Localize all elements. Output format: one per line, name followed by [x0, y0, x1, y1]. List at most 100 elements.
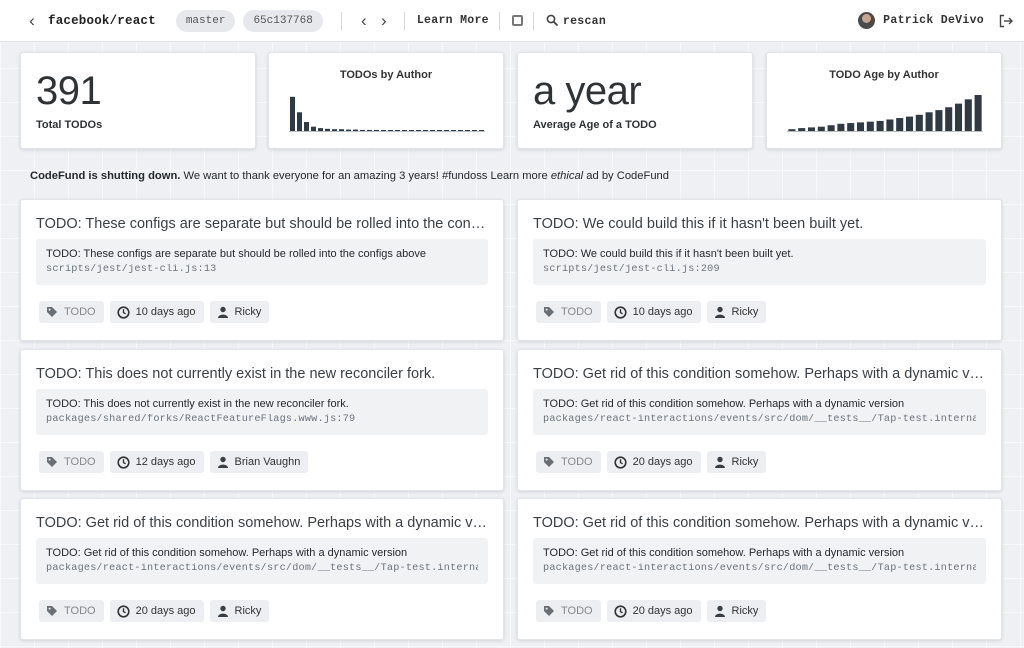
- age-chip[interactable]: 20 days ago: [606, 451, 701, 473]
- chart-bar[interactable]: [352, 129, 359, 131]
- chart-bar[interactable]: [896, 118, 904, 131]
- author-chip[interactable]: Ricky: [209, 301, 270, 323]
- chevron-left-icon[interactable]: ‹: [22, 11, 42, 31]
- chart-bar[interactable]: [974, 95, 982, 131]
- chart-bar[interactable]: [436, 130, 443, 131]
- chart-bar[interactable]: [303, 122, 310, 131]
- chart-bar[interactable]: [807, 127, 816, 131]
- chart-bar[interactable]: [366, 129, 373, 131]
- codefund-ad[interactable]: CodeFund is shutting down. We want to th…: [30, 170, 669, 182]
- chart-bar[interactable]: [429, 130, 436, 131]
- commit-pill[interactable]: 65c137768: [243, 9, 323, 32]
- chart-bar[interactable]: [394, 130, 401, 131]
- learn-more-link[interactable]: Learn More: [417, 14, 489, 27]
- square-icon[interactable]: [511, 15, 523, 26]
- chart-bar[interactable]: [886, 119, 894, 131]
- chart-bar[interactable]: [915, 114, 923, 131]
- chart-bar[interactable]: [856, 122, 865, 131]
- chart-bar[interactable]: [457, 130, 464, 131]
- chart-bar[interactable]: [345, 129, 352, 131]
- age-label: 20 days ago: [632, 605, 693, 617]
- chart-bar[interactable]: [847, 123, 855, 131]
- todo-card[interactable]: TODO: Get rid of this condition somehow.…: [517, 498, 1002, 640]
- age-chip[interactable]: 10 days ago: [109, 301, 204, 323]
- chart-bar[interactable]: [450, 130, 457, 131]
- chart-bar[interactable]: [422, 130, 429, 131]
- author-chip[interactable]: Ricky: [706, 301, 767, 323]
- chart-bar[interactable]: [837, 123, 845, 131]
- tag-chip[interactable]: TODO: [536, 600, 601, 622]
- chart-bar[interactable]: [310, 126, 317, 131]
- todo-file-path[interactable]: scripts/jest/jest-cli.js:209: [543, 264, 976, 275]
- chart-bar[interactable]: [317, 128, 324, 131]
- chart-bar[interactable]: [401, 130, 408, 131]
- author-chip[interactable]: Ricky: [706, 600, 767, 622]
- chart-bar[interactable]: [925, 112, 933, 131]
- chart-bar[interactable]: [289, 96, 296, 131]
- branch-pill[interactable]: master: [175, 9, 236, 32]
- chart-bar[interactable]: [324, 128, 331, 131]
- chart-bar[interactable]: [954, 103, 963, 131]
- author-chip[interactable]: Ricky: [209, 600, 270, 622]
- chart-bar[interactable]: [471, 130, 478, 131]
- chart-bar[interactable]: [464, 130, 471, 131]
- chart-bar[interactable]: [331, 129, 338, 131]
- chart-bar[interactable]: [387, 130, 394, 131]
- todo-file-path[interactable]: packages/react-interactions/events/src/d…: [543, 414, 976, 425]
- chart-bar[interactable]: [415, 130, 422, 131]
- user-icon: [714, 306, 725, 318]
- repo-name[interactable]: facebook/react: [48, 14, 156, 28]
- avatar[interactable]: [858, 12, 876, 29]
- chart-bar[interactable]: [945, 107, 953, 131]
- tag-chip[interactable]: TODO: [536, 301, 601, 323]
- todo-title[interactable]: TODO: Get rid of this condition somehow.…: [533, 366, 986, 382]
- age-chip[interactable]: 20 days ago: [109, 600, 204, 622]
- logout-icon[interactable]: [998, 13, 1014, 29]
- chart-bar[interactable]: [905, 116, 914, 131]
- chart-bar[interactable]: [443, 130, 450, 131]
- todo-title[interactable]: TODO: We could build this if it hasn't b…: [533, 216, 986, 232]
- todo-title[interactable]: TODO: Get rid of this condition somehow.…: [36, 515, 488, 531]
- todo-card[interactable]: TODO: Get rid of this condition somehow.…: [517, 349, 1002, 491]
- chart-bar[interactable]: [876, 120, 884, 131]
- todo-meta: TODO 20 days ago Ricky: [536, 451, 772, 473]
- chart-bar[interactable]: [408, 130, 415, 131]
- age-chip[interactable]: 12 days ago: [109, 451, 204, 473]
- todo-card[interactable]: TODO: This does not currently exist in t…: [20, 349, 504, 491]
- todo-title[interactable]: TODO: These configs are separate but sho…: [36, 216, 488, 232]
- chart-bar[interactable]: [827, 125, 835, 131]
- tag-chip[interactable]: TODO: [39, 301, 104, 323]
- chevron-left-icon[interactable]: ‹: [354, 11, 374, 31]
- todo-title[interactable]: TODO: Get rid of this condition somehow.…: [533, 515, 986, 531]
- chart-bar[interactable]: [478, 130, 485, 131]
- todo-file-path[interactable]: packages/react-interactions/events/src/d…: [46, 563, 478, 574]
- age-chip[interactable]: 20 days ago: [606, 600, 701, 622]
- chart-bar[interactable]: [866, 121, 874, 131]
- chart-bar[interactable]: [338, 129, 345, 131]
- chart-bar[interactable]: [788, 129, 796, 131]
- todo-card[interactable]: TODO: We could build this if it hasn't b…: [517, 199, 1002, 341]
- age-chip[interactable]: 10 days ago: [606, 301, 701, 323]
- todo-file-path[interactable]: scripts/jest/jest-cli.js:13: [46, 264, 478, 275]
- chart-bar[interactable]: [380, 130, 387, 131]
- user-name[interactable]: Patrick DeVivo: [883, 14, 984, 27]
- tag-chip[interactable]: TODO: [39, 451, 104, 473]
- todo-card[interactable]: TODO: Get rid of this condition somehow.…: [20, 498, 504, 640]
- chart-bar[interactable]: [373, 129, 380, 131]
- todo-file-path[interactable]: packages/shared/forks/ReactFeatureFlags.…: [46, 414, 478, 425]
- tag-chip[interactable]: TODO: [39, 600, 104, 622]
- chart-bar[interactable]: [964, 99, 972, 131]
- author-chip[interactable]: Brian Vaughn: [209, 451, 309, 473]
- tag-chip[interactable]: TODO: [536, 451, 601, 473]
- chart-bar[interactable]: [296, 112, 303, 131]
- todo-title[interactable]: TODO: This does not currently exist in t…: [36, 366, 488, 382]
- chevron-right-icon[interactable]: ›: [374, 11, 394, 31]
- chart-bar[interactable]: [798, 128, 806, 131]
- chart-bar[interactable]: [935, 110, 943, 131]
- rescan-button[interactable]: rescan: [546, 14, 606, 28]
- chart-bar[interactable]: [359, 129, 366, 131]
- chart-bar[interactable]: [817, 126, 825, 131]
- author-chip[interactable]: Ricky: [706, 451, 767, 473]
- todo-file-path[interactable]: packages/react-interactions/events/src/d…: [543, 563, 976, 574]
- todo-card[interactable]: TODO: These configs are separate but sho…: [20, 199, 504, 341]
